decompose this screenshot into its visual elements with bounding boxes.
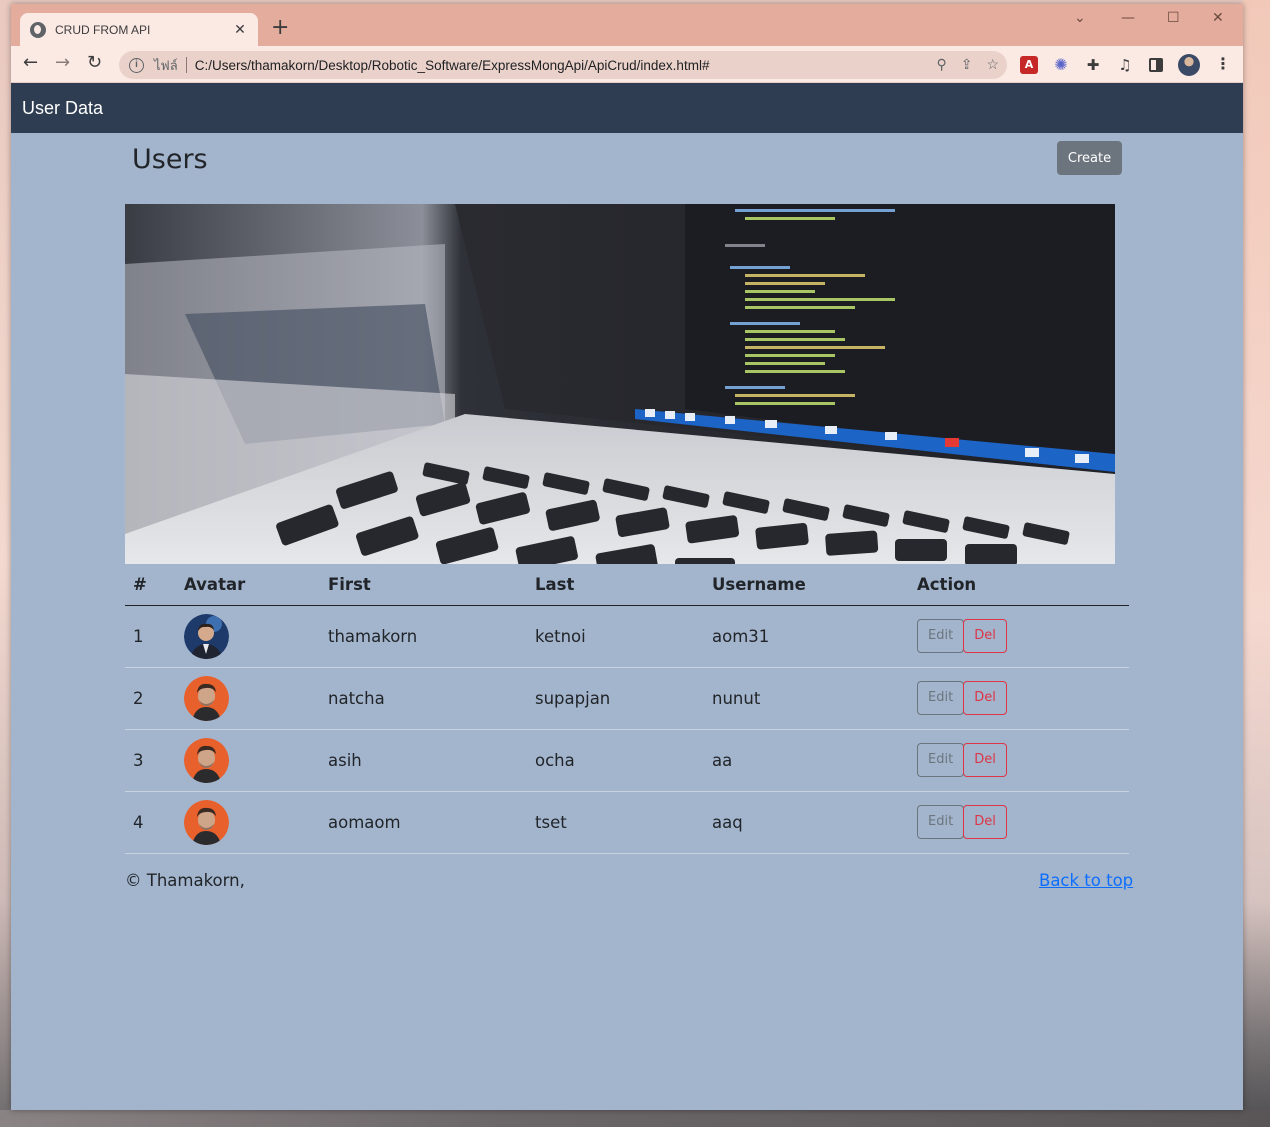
reload-icon[interactable]: ↻: [87, 53, 102, 73]
zoom-icon[interactable]: ⚲: [936, 56, 946, 73]
minimize-icon[interactable]: —: [1121, 10, 1135, 26]
profile-avatar[interactable]: [1178, 54, 1200, 76]
table-row: 4 aomaom tset aaq Edit Del: [125, 791, 1129, 854]
table-row: 2 natcha supapjan nunut Edit Del: [125, 667, 1129, 730]
desktop-wallpaper-right: [1243, 0, 1270, 1127]
web-page: User Data Users Create # Avatar First La…: [11, 83, 1243, 1110]
url-text[interactable]: C:/Users/thamakorn/Desktop/Robotic_Softw…: [195, 58, 710, 73]
users-table: # Avatar First Last Username Action 1 th…: [125, 564, 1129, 854]
create-button[interactable]: Create: [1057, 141, 1122, 175]
menu-dots-icon[interactable]: ⋮: [1215, 54, 1231, 73]
cell-first: asih: [320, 729, 527, 792]
edit-button[interactable]: Edit: [917, 681, 965, 715]
avatar: [184, 613, 229, 659]
extensions-puzzle-icon[interactable]: ✚: [1084, 56, 1102, 74]
cell-username: aom31: [704, 605, 909, 668]
cell-first: natcha: [320, 667, 527, 730]
media-control-icon[interactable]: ♫: [1116, 56, 1134, 74]
header-avatar: Avatar: [176, 564, 320, 606]
cell-username: aa: [704, 729, 909, 792]
browser-tab[interactable]: CRUD FROM API ✕: [20, 13, 258, 46]
header-num: #: [125, 564, 176, 606]
delete-button[interactable]: Del: [963, 743, 1007, 777]
browser-toolbar: ← → ↻ i ไฟล์ C:/Users/thamakorn/Desktop/…: [11, 46, 1243, 83]
back-to-top-link[interactable]: Back to top: [1039, 871, 1133, 890]
edit-button[interactable]: Edit: [917, 805, 965, 839]
cell-first: aomaom: [320, 791, 527, 854]
delete-button[interactable]: Del: [963, 619, 1007, 653]
share-icon[interactable]: ⇪: [961, 56, 973, 73]
avatar: [184, 737, 229, 783]
table-row: 1 thamakorn ketnoi aom31 Edit Del: [125, 605, 1129, 668]
delete-button[interactable]: Del: [963, 805, 1007, 839]
navbar-brand[interactable]: User Data: [22, 98, 103, 119]
scheme-label: ไฟล์: [154, 57, 178, 73]
browser-titlebar: CRUD FROM API ✕ + ⌄ — ☐ ✕: [11, 4, 1243, 46]
address-bar[interactable]: i ไฟล์ C:/Users/thamakorn/Desktop/Roboti…: [119, 51, 1007, 79]
back-arrow-icon[interactable]: ←: [23, 53, 38, 73]
new-tab-button[interactable]: +: [271, 17, 289, 39]
cell-num: 1: [125, 605, 176, 668]
cell-username: nunut: [704, 667, 909, 730]
desktop-wallpaper-bottom: [0, 1110, 1270, 1127]
footer-copyright: © Thamakorn,: [125, 871, 245, 890]
cell-first: thamakorn: [320, 605, 527, 668]
forward-arrow-icon[interactable]: →: [55, 53, 70, 73]
cell-last: tset: [527, 791, 704, 854]
edit-button[interactable]: Edit: [917, 619, 965, 653]
browser-window: CRUD FROM API ✕ + ⌄ — ☐ ✕ ← → ↻ i ไฟล์ C…: [11, 4, 1243, 1110]
delete-button[interactable]: Del: [963, 681, 1007, 715]
table-row: 3 asih ocha aa Edit Del: [125, 729, 1129, 792]
app-navbar: User Data: [11, 83, 1243, 133]
avatar: [184, 799, 229, 845]
avatar: [184, 675, 229, 721]
edit-button[interactable]: Edit: [917, 743, 965, 777]
maximize-icon[interactable]: ☐: [1167, 10, 1180, 26]
pdf-extension-icon[interactable]: A: [1020, 56, 1038, 74]
cell-last: supapjan: [527, 667, 704, 730]
address-separator: [185, 57, 187, 73]
hero-laptop-image: [125, 204, 1115, 564]
side-panel-icon[interactable]: [1149, 58, 1163, 72]
info-icon[interactable]: i: [129, 57, 144, 73]
cell-last: ocha: [527, 729, 704, 792]
cell-num: 2: [125, 667, 176, 730]
cell-num: 4: [125, 791, 176, 854]
header-action: Action: [909, 564, 1129, 606]
globe-icon: [30, 21, 46, 38]
table-header-row: # Avatar First Last Username Action: [125, 564, 1129, 606]
header-username: Username: [704, 564, 909, 606]
header-last: Last: [527, 564, 704, 606]
tab-search-icon[interactable]: ⌄: [1074, 10, 1086, 26]
close-tab-icon[interactable]: ✕: [232, 22, 248, 38]
tab-title: CRUD FROM API: [55, 22, 151, 37]
window-close-icon[interactable]: ✕: [1212, 10, 1224, 26]
cell-num: 3: [125, 729, 176, 792]
bookmark-star-icon[interactable]: ☆: [986, 56, 999, 73]
cell-last: ketnoi: [527, 605, 704, 668]
gear-extension-icon[interactable]: ✺: [1052, 56, 1070, 74]
page-title: Users: [132, 144, 208, 175]
cell-username: aaq: [704, 791, 909, 854]
header-first: First: [320, 564, 527, 606]
